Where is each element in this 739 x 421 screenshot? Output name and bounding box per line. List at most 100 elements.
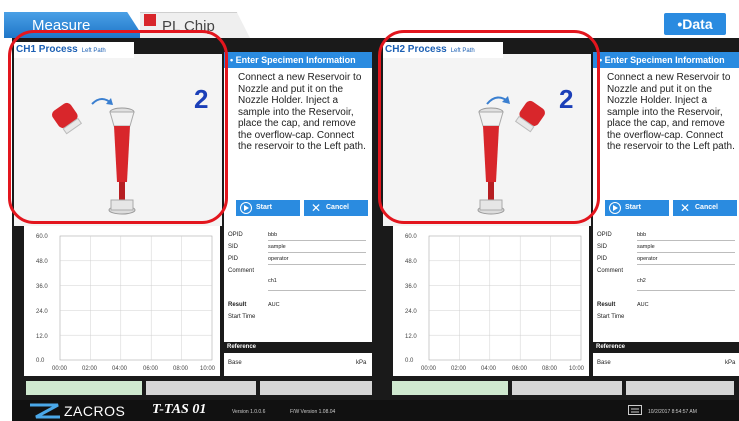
status-bar-ch2-3 <box>626 381 734 395</box>
comment-value[interactable]: ch1 <box>268 278 277 284</box>
y-tick: 60.0 <box>405 234 417 240</box>
comment-value[interactable]: ch2 <box>637 278 646 284</box>
base-label: Base <box>597 360 611 366</box>
step-number: 2 <box>559 84 574 114</box>
status-bar-ch1-1 <box>26 381 142 395</box>
x-tick: 10:00 <box>200 366 216 372</box>
divider <box>268 252 366 253</box>
start-time-label: Start Time <box>228 314 256 320</box>
firmware-version: F/W Version 1.08.04 <box>290 409 336 415</box>
chart-grid: 60.0 48.0 36.0 24.0 12.0 0.0 00:00 02:00… <box>405 234 585 372</box>
process-title-text: CH2 Process <box>385 44 447 55</box>
divider <box>268 264 366 265</box>
x-tick: 06:00 <box>143 366 159 372</box>
status-bar-ch1-3 <box>260 381 372 395</box>
chip-flag-icon <box>144 14 156 26</box>
info-panel: OPID bbb SID sample PID operator Comment… <box>593 226 739 376</box>
process-title: CH2 Process Left Path <box>383 42 503 58</box>
comment-label: Comment <box>597 268 624 274</box>
result-select[interactable]: AUC <box>268 302 280 308</box>
datetime: 10/2/2017 8:54:57 AM <box>648 409 697 415</box>
tab-pl-chip[interactable]: PL Chip <box>140 12 250 38</box>
x-tick: 04:00 <box>112 366 128 372</box>
product-logo: T-TAS 01 <box>152 402 207 417</box>
status-bar-ch1-2 <box>146 381 256 395</box>
specimen-header: • Enter Specimen Information <box>593 52 739 68</box>
opid-value[interactable]: bbb <box>637 232 646 238</box>
process-panel <box>383 54 591 226</box>
y-tick: 48.0 <box>36 259 48 265</box>
start-button[interactable]: Start <box>236 200 300 216</box>
software-version: Version 1.0.0.6 <box>232 409 266 415</box>
x-tick: 08:00 <box>173 366 189 372</box>
top-bar: Measure PL Chip •Data <box>0 0 739 38</box>
pid-label: PID <box>228 256 239 262</box>
x-tick: 02:00 <box>451 366 467 372</box>
base-unit: kPa <box>725 360 736 366</box>
y-tick: 36.0 <box>36 284 48 290</box>
y-tick: 36.0 <box>405 284 417 290</box>
cancel-label: Cancel <box>326 204 349 211</box>
status-bar-ch2-1 <box>392 381 508 395</box>
data-button[interactable]: •Data <box>664 13 726 35</box>
status-bar-ch2-2 <box>512 381 622 395</box>
sid-label: SID <box>597 244 608 250</box>
start-label: Start <box>256 204 272 211</box>
comment-label: Comment <box>228 268 255 274</box>
sid-value[interactable]: sample <box>637 244 655 250</box>
opid-value[interactable]: bbb <box>268 232 277 238</box>
close-icon: ✕ <box>311 201 322 215</box>
reservoir-illustration-icon <box>477 96 545 215</box>
close-icon: ✕ <box>680 201 691 215</box>
opid-label: OPID <box>228 232 243 238</box>
pid-value[interactable]: operator <box>637 256 658 262</box>
play-icon <box>609 202 621 214</box>
cancel-button[interactable]: ✕ Cancel <box>673 200 737 216</box>
pressure-chart: 60.0 48.0 36.0 24.0 12.0 0.0 00:00 02:00… <box>393 226 589 376</box>
start-button[interactable]: Start <box>605 200 669 216</box>
specimen-header: • Enter Specimen Information <box>224 52 372 68</box>
info-panel: OPID bbb SID sample PID operator Comment… <box>224 226 372 376</box>
divider <box>637 290 735 291</box>
result-label: Result <box>228 302 247 308</box>
chart-grid: 60.0 48.0 36.0 24.0 12.0 0.0 00:00 02:00… <box>36 234 216 372</box>
path-label: Left Path <box>81 48 106 54</box>
divider <box>637 264 735 265</box>
start-label: Start <box>625 204 641 211</box>
y-tick: 48.0 <box>405 259 417 265</box>
play-icon <box>240 202 252 214</box>
step-number: 2 <box>194 84 209 114</box>
x-tick: 00:00 <box>52 366 68 372</box>
pid-value[interactable]: operator <box>268 256 289 262</box>
cancel-label: Cancel <box>695 204 718 211</box>
tab-pl-chip-label: PL Chip <box>162 18 215 35</box>
x-tick: 06:00 <box>512 366 528 372</box>
tab-measure-label: Measure <box>32 17 91 34</box>
pid-label: PID <box>597 256 608 262</box>
keyboard-icon[interactable] <box>628 405 642 415</box>
process-title: CH1 Process Left Path <box>14 42 134 58</box>
app-window: Measure PL Chip •Data CH1 Process Left P… <box>0 0 739 421</box>
base-label: Base <box>228 360 242 366</box>
divider <box>268 240 366 241</box>
sid-value[interactable]: sample <box>268 244 286 250</box>
sid-label: SID <box>228 244 239 250</box>
divider <box>268 290 366 291</box>
y-tick: 60.0 <box>36 234 48 240</box>
divider <box>637 240 735 241</box>
process-panel <box>14 54 222 226</box>
divider <box>637 252 735 253</box>
y-tick: 0.0 <box>36 358 45 364</box>
zacros-logo-icon <box>30 403 60 419</box>
x-tick: 08:00 <box>542 366 558 372</box>
process-title-text: CH1 Process <box>16 44 78 55</box>
path-label: Left Path <box>450 48 475 54</box>
cancel-button[interactable]: ✕ Cancel <box>304 200 368 216</box>
reference-bar: Reference <box>224 342 372 353</box>
reservoir-illustration-icon <box>52 98 136 215</box>
y-tick: 24.0 <box>405 309 417 315</box>
brand-name: ZACROS <box>64 403 126 419</box>
result-select[interactable]: AUC <box>637 302 649 308</box>
reference-bar: Reference <box>593 342 739 353</box>
tab-measure[interactable]: Measure <box>4 12 144 38</box>
